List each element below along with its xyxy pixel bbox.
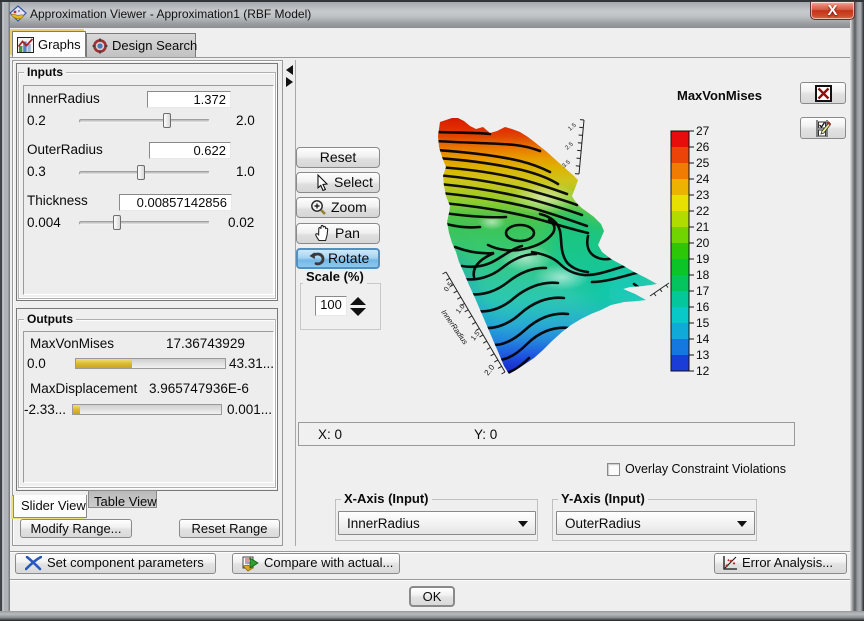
svg-text:1.5: 1.5 (470, 330, 482, 342)
svg-text:19: 19 (696, 252, 710, 266)
svg-text:23: 23 (696, 188, 710, 202)
svg-text:14: 14 (696, 332, 710, 346)
svg-text:25: 25 (696, 156, 710, 170)
svg-text:21: 21 (696, 220, 710, 234)
svg-text:3.5: 3.5 (561, 159, 572, 169)
svg-text:13: 13 (696, 348, 710, 362)
svg-text:1.5: 1.5 (567, 122, 578, 132)
svg-text:2.0: 2.0 (482, 362, 496, 377)
svg-text:22: 22 (696, 204, 710, 218)
svg-text:17: 17 (696, 284, 710, 298)
svg-text:15: 15 (696, 316, 710, 330)
svg-text:26: 26 (696, 140, 710, 154)
svg-text:2.5: 2.5 (564, 141, 575, 151)
svg-text:16: 16 (696, 300, 710, 314)
svg-text:20: 20 (696, 236, 710, 250)
svg-text:24: 24 (696, 172, 710, 186)
svg-text:27: 27 (696, 124, 710, 138)
svg-text:12: 12 (696, 364, 710, 378)
svg-text:18: 18 (696, 268, 710, 282)
svg-text:InnerRadius: InnerRadius (439, 308, 470, 346)
